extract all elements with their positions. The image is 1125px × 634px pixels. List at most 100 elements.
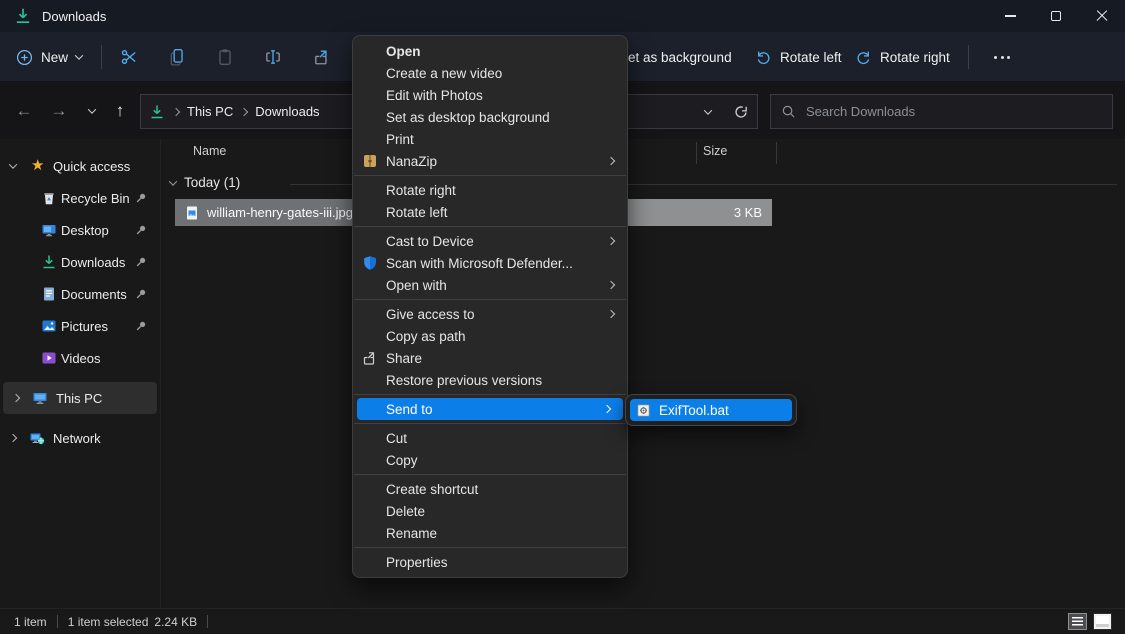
pin-icon — [134, 255, 148, 269]
chevron-down-icon — [9, 160, 17, 168]
chevron-right-icon — [607, 310, 615, 318]
sidebar-item-quick-access[interactable]: ★ Quick access — [0, 150, 160, 182]
menu-item-set-as-desktop-background[interactable]: Set as desktop background — [353, 106, 627, 128]
chevron-right-icon — [607, 281, 615, 289]
new-button[interactable]: New — [16, 41, 82, 73]
menu-item-create-shortcut[interactable]: Create shortcut — [353, 478, 627, 500]
arrow-left-icon: ← — [16, 101, 33, 121]
sidebar-item-recycle-bin[interactable]: Recycle Bin — [0, 182, 160, 214]
selection-count: 1 item selected — [68, 615, 149, 629]
jpg-file-icon — [184, 205, 200, 221]
file-explorer-window: Downloads New Set as background — [0, 0, 1125, 634]
rotate-left-button[interactable]: Rotate left — [755, 41, 842, 73]
refresh-button[interactable] — [733, 104, 749, 120]
sidebar-item-label: Recycle Bin — [61, 191, 130, 206]
menu-separator — [354, 394, 626, 395]
pin-icon — [134, 191, 148, 205]
breadcrumb-this-pc[interactable]: This PC — [187, 104, 233, 119]
star-icon: ★ — [31, 158, 44, 174]
menu-separator — [354, 474, 626, 475]
share-icon — [313, 48, 331, 66]
menu-item-edit-with-photos[interactable]: Edit with Photos — [353, 84, 627, 106]
nanazip-icon — [362, 153, 378, 169]
menu-item-create-a-new-video[interactable]: Create a new video — [353, 62, 627, 84]
sidebar-item-network[interactable]: Network — [0, 422, 160, 454]
menu-item-rotate-right[interactable]: Rotate right — [353, 179, 627, 201]
titlebar: Downloads — [0, 0, 1125, 32]
menu-item-properties[interactable]: Properties — [353, 551, 627, 573]
forward-button[interactable]: → — [43, 95, 75, 127]
minimize-button[interactable] — [987, 0, 1033, 32]
menu-item-delete[interactable]: Delete — [353, 500, 627, 522]
set-as-background-button[interactable]: Set as background — [619, 41, 732, 73]
close-icon — [1096, 10, 1108, 22]
share-icon — [362, 350, 378, 366]
menu-item-cut[interactable]: Cut — [353, 427, 627, 449]
sidebar-item-desktop[interactable]: Desktop — [0, 214, 160, 246]
column-header-name[interactable]: Name — [193, 144, 226, 158]
menu-item-open[interactable]: Open — [353, 40, 627, 62]
computer-icon — [32, 390, 48, 406]
column-header-size[interactable]: Size — [703, 144, 727, 158]
rotate-right-button[interactable]: Rotate right — [855, 41, 950, 73]
thumbnail-view-icon — [1096, 616, 1109, 627]
sidebar-item-videos[interactable]: Videos — [0, 342, 160, 374]
menu-item-rotate-left[interactable]: Rotate left — [353, 201, 627, 223]
file-name: william-henry-gates-iii.jpg — [207, 205, 353, 220]
rotate-left-label: Rotate left — [780, 50, 842, 65]
share-button[interactable] — [306, 41, 338, 73]
sidebar-item-label: Pictures — [61, 319, 108, 334]
column-separator[interactable] — [696, 142, 697, 164]
set-as-background-label: Set as background — [619, 50, 732, 65]
sidebar-item-downloads[interactable]: Downloads — [0, 246, 160, 278]
menu-separator — [354, 226, 626, 227]
rename-button[interactable] — [257, 41, 289, 73]
paste-button[interactable] — [209, 41, 241, 73]
minimize-icon — [1005, 15, 1016, 16]
defender-shield-icon — [362, 255, 378, 271]
cut-button[interactable] — [113, 41, 145, 73]
sidebar-item-pictures[interactable]: Pictures — [0, 310, 160, 342]
breadcrumb-downloads[interactable]: Downloads — [255, 104, 319, 119]
submenu-item-exiftool-bat[interactable]: ExifTool.bat — [630, 399, 792, 421]
menu-item-cast-to-device[interactable]: Cast to Device — [353, 230, 627, 252]
menu-item-give-access-to[interactable]: Give access to — [353, 303, 627, 325]
maximize-button[interactable] — [1033, 0, 1079, 32]
back-button[interactable]: ← — [8, 95, 40, 127]
group-header-today[interactable]: Today (1) — [170, 175, 240, 190]
chevron-right-icon — [607, 157, 615, 165]
up-button[interactable]: ↑ — [104, 95, 136, 127]
menu-item-scan-with-microsoft-defender[interactable]: Scan with Microsoft Defender... — [353, 252, 627, 274]
search-input[interactable] — [806, 104, 1102, 119]
close-button[interactable] — [1079, 0, 1125, 32]
column-separator[interactable] — [776, 142, 777, 164]
menu-item-copy-as-path[interactable]: Copy as path — [353, 325, 627, 347]
arrow-up-icon: ↑ — [116, 101, 125, 121]
menu-separator — [354, 547, 626, 548]
pin-icon — [134, 287, 148, 301]
window-title: Downloads — [42, 9, 106, 24]
menu-item-nanazip[interactable]: NanaZip — [353, 150, 627, 172]
chevron-right-icon — [12, 394, 20, 402]
chevron-right-icon — [9, 434, 17, 442]
menu-item-print[interactable]: Print — [353, 128, 627, 150]
sidebar-item-documents[interactable]: Documents — [0, 278, 160, 310]
menu-item-copy[interactable]: Copy — [353, 449, 627, 471]
more-options-button[interactable] — [986, 41, 1018, 73]
menu-item-rename[interactable]: Rename — [353, 522, 627, 544]
copy-button[interactable] — [161, 41, 193, 73]
address-dropdown-icon[interactable] — [704, 106, 712, 114]
menu-item-share[interactable]: Share — [353, 347, 627, 369]
download-icon — [41, 254, 57, 270]
chevron-right-icon — [240, 107, 248, 115]
details-view-icon — [1072, 617, 1083, 626]
menu-item-open-with[interactable]: Open with — [353, 274, 627, 296]
toolbar-divider — [968, 45, 969, 69]
thumbnail-view-button[interactable] — [1093, 613, 1112, 630]
sidebar-item-this-pc[interactable]: This PC — [3, 382, 157, 414]
network-icon — [29, 430, 45, 446]
menu-item-restore-previous-versions[interactable]: Restore previous versions — [353, 369, 627, 391]
details-view-button[interactable] — [1068, 613, 1087, 630]
menu-item-send-to[interactable]: Send to — [357, 398, 623, 420]
search-box[interactable] — [770, 94, 1113, 129]
